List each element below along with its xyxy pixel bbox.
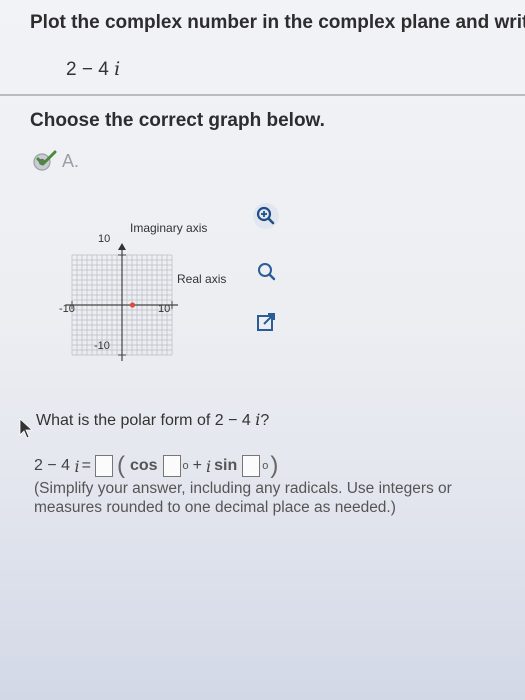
x-axis-label: Real axis <box>177 272 226 286</box>
y-axis-label: Imaginary axis <box>130 221 207 235</box>
divider <box>0 94 525 96</box>
zoom-in-icon[interactable] <box>252 202 280 230</box>
polar-equation: 2 − 4 i = ( cos o + i sin o ) <box>34 452 280 480</box>
choose-prompt: Choose the correct graph below. <box>30 110 325 131</box>
polar-question-suffix: ? <box>260 412 270 429</box>
y-axis-arrow <box>118 243 126 250</box>
data-point <box>129 302 136 308</box>
tick-label-left: -10 <box>59 303 75 315</box>
cos-label: cos <box>129 457 158 474</box>
degree-symbol: o <box>182 460 189 472</box>
complex-expression: 2 − 4 i <box>66 58 120 81</box>
eq-i: i <box>74 456 80 476</box>
zoom-out-icon[interactable] <box>253 258 281 286</box>
eq-equals: = <box>81 457 91 474</box>
eq-prefix: 2 − 4 <box>34 457 71 474</box>
degree-symbol: o <box>262 460 269 472</box>
axes <box>66 243 178 361</box>
mouse-cursor-icon <box>19 418 34 439</box>
plus-sign: + <box>192 457 202 474</box>
polar-form-question: What is the polar form of 2 − 4 i? <box>36 410 269 430</box>
sin-label: sin <box>214 457 238 474</box>
tick-label-bottom: -10 <box>94 340 110 352</box>
answer-option-a[interactable]: A. <box>32 150 79 172</box>
close-paren: ) <box>270 452 279 479</box>
popout-icon[interactable] <box>252 308 280 336</box>
tick-label-right: 10 <box>158 303 170 315</box>
i-symbol: i <box>206 456 212 476</box>
polar-question-prefix: What is the polar form of 2 − 4 <box>36 412 251 429</box>
cos-angle-input[interactable] <box>162 455 181 477</box>
instructions-line-2: measures rounded to one decimal place as… <box>34 499 396 516</box>
data-points <box>129 302 136 308</box>
expression-main: 2 − 4 <box>66 59 109 80</box>
option-label: A. <box>62 150 80 171</box>
sin-angle-input[interactable] <box>242 455 261 477</box>
instructions-line-1: (Simplify your answer, including any rad… <box>34 480 452 497</box>
question-prompt: Plot the complex number in the complex p… <box>30 12 525 33</box>
check-icon <box>33 150 57 171</box>
expression-i: i <box>114 58 121 80</box>
open-paren: ( <box>116 452 125 479</box>
tick-label-top: 10 <box>98 233 110 245</box>
modulus-input[interactable] <box>94 455 113 477</box>
complex-plane-graph: Imaginary axis Real axis 10 -10 -10 10 <box>59 221 226 361</box>
